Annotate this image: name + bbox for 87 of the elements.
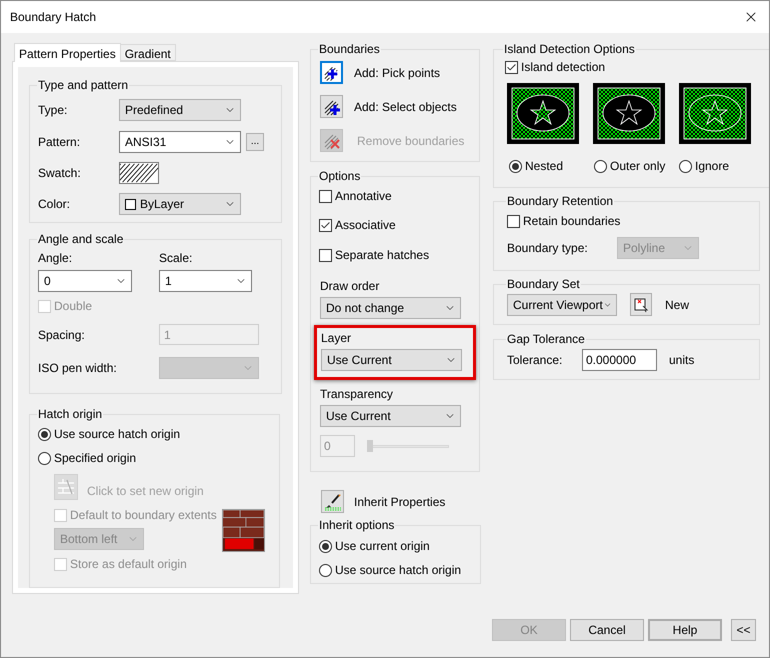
units-label: units	[669, 352, 694, 369]
dropdown[interactable]: ByLayer	[119, 193, 241, 215]
color-swatch-icon	[125, 198, 136, 210]
field-label: Boundary type:	[507, 240, 589, 257]
checkbox-label: Store as default origin	[70, 556, 187, 573]
group-title: Gap Tolerance	[506, 332, 586, 346]
field-label: Color:	[38, 196, 72, 213]
dialog-button[interactable]: Cancel	[570, 619, 644, 641]
group-title: Options	[318, 169, 362, 183]
radio-label: Use current origin	[335, 538, 430, 555]
dialog-button[interactable]: Help	[648, 619, 722, 641]
radio-button[interactable]	[509, 160, 522, 172]
island-preview-drawing	[507, 83, 579, 144]
radio-button[interactable]	[679, 160, 692, 172]
hatch-swatch[interactable]	[119, 162, 159, 184]
field-label: Angle:	[38, 251, 72, 265]
radio-label: Specified origin	[54, 450, 136, 467]
boundary-tool-label: Add: Select objects	[354, 98, 457, 116]
dropdown[interactable]: ANSI31	[119, 131, 241, 153]
radio-label: Use source hatch origin	[335, 562, 462, 579]
brush-icon	[324, 492, 342, 510]
radio-label: Use source hatch origin	[54, 426, 180, 443]
boundary-tool-button[interactable]	[320, 61, 343, 84]
group-title: Island Detection Options	[503, 42, 636, 56]
new-set-label: New	[665, 296, 690, 314]
checkbox-label: Associative	[335, 217, 396, 234]
checkbox-label: Double	[54, 298, 92, 315]
transparency-slider[interactable]	[367, 440, 449, 452]
radio-button[interactable]	[319, 540, 332, 552]
dropdown[interactable]: 1	[159, 270, 252, 292]
field-label: Swatch:	[38, 165, 82, 182]
island-preview-drawing	[679, 83, 751, 144]
checkbox-label: Retain boundaries	[523, 213, 620, 230]
radio-button[interactable]	[319, 564, 332, 576]
radio-button[interactable]	[38, 452, 51, 464]
inherit-label: Inherit Properties	[354, 494, 446, 510]
group-title: Hatch origin	[37, 407, 104, 421]
tolerance-field[interactable]: 0.000000	[582, 349, 657, 371]
new-set-button[interactable]	[630, 293, 652, 316]
boundary-tool-button[interactable]	[320, 95, 343, 118]
boundary-tool-label: Add: Pick points	[354, 64, 440, 82]
checkbox-label: Separate hatches	[335, 247, 430, 264]
group-title: Boundary Retention	[506, 194, 614, 208]
group-title: Inherit options	[318, 518, 396, 532]
select-window-icon	[633, 296, 649, 312]
checkbox-label: Island detection	[521, 59, 606, 76]
inherit-button[interactable]	[321, 490, 344, 513]
checkbox[interactable]	[319, 190, 332, 202]
field-label: Tolerance:	[507, 352, 564, 369]
group-title: Angle and scale	[37, 232, 124, 246]
checkbox[interactable]	[319, 218, 332, 232]
checkbox-label: Default to boundary extents	[70, 507, 217, 524]
group-title: Boundary Set	[506, 277, 581, 291]
checkbox[interactable]	[507, 214, 520, 228]
checkbox-label: Annotative	[335, 188, 392, 205]
dropdown[interactable]: Current Viewport	[507, 294, 617, 316]
field-label: Type:	[38, 102, 68, 119]
field-label: Pattern:	[38, 134, 82, 151]
tab[interactable]: Gradient	[120, 44, 176, 61]
window-title: Boundary Hatch	[10, 9, 98, 26]
checkbox[interactable]	[505, 60, 518, 74]
island-preview-drawing	[593, 83, 665, 144]
group-title: Type and pattern	[37, 78, 130, 92]
dropdown[interactable]: 0	[38, 270, 132, 292]
dropdown[interactable]: Do not change	[320, 297, 461, 319]
radio-button[interactable]	[38, 428, 51, 440]
radio-label: Outer only	[610, 158, 666, 175]
checkbox[interactable]	[319, 248, 332, 262]
set-origin-label: Click to set new origin	[87, 483, 204, 500]
dropdown[interactable]: Predefined	[119, 99, 241, 121]
radio-label: Ignore	[695, 158, 730, 175]
brick-pattern-drawing	[222, 509, 265, 552]
field-label: Layer	[321, 331, 352, 345]
browse-button[interactable]: ...	[246, 133, 264, 151]
dropdown[interactable]: Use Current	[321, 349, 462, 371]
tab[interactable]: Pattern Properties	[14, 43, 121, 62]
radio-button[interactable]	[594, 160, 607, 172]
field-label: Scale:	[159, 250, 192, 267]
dialog-button[interactable]: <<	[731, 619, 756, 641]
field-label: Draw order	[320, 279, 380, 293]
field-label: ISO pen width:	[38, 360, 118, 377]
brick-origin-icon	[57, 478, 75, 496]
field-label: Transparency	[320, 387, 393, 401]
field-label: Spacing:	[38, 326, 86, 344]
radio-label: Nested	[525, 158, 564, 175]
boundary-tool-label: Remove boundaries	[357, 132, 464, 150]
group-title: Boundaries	[318, 42, 381, 56]
